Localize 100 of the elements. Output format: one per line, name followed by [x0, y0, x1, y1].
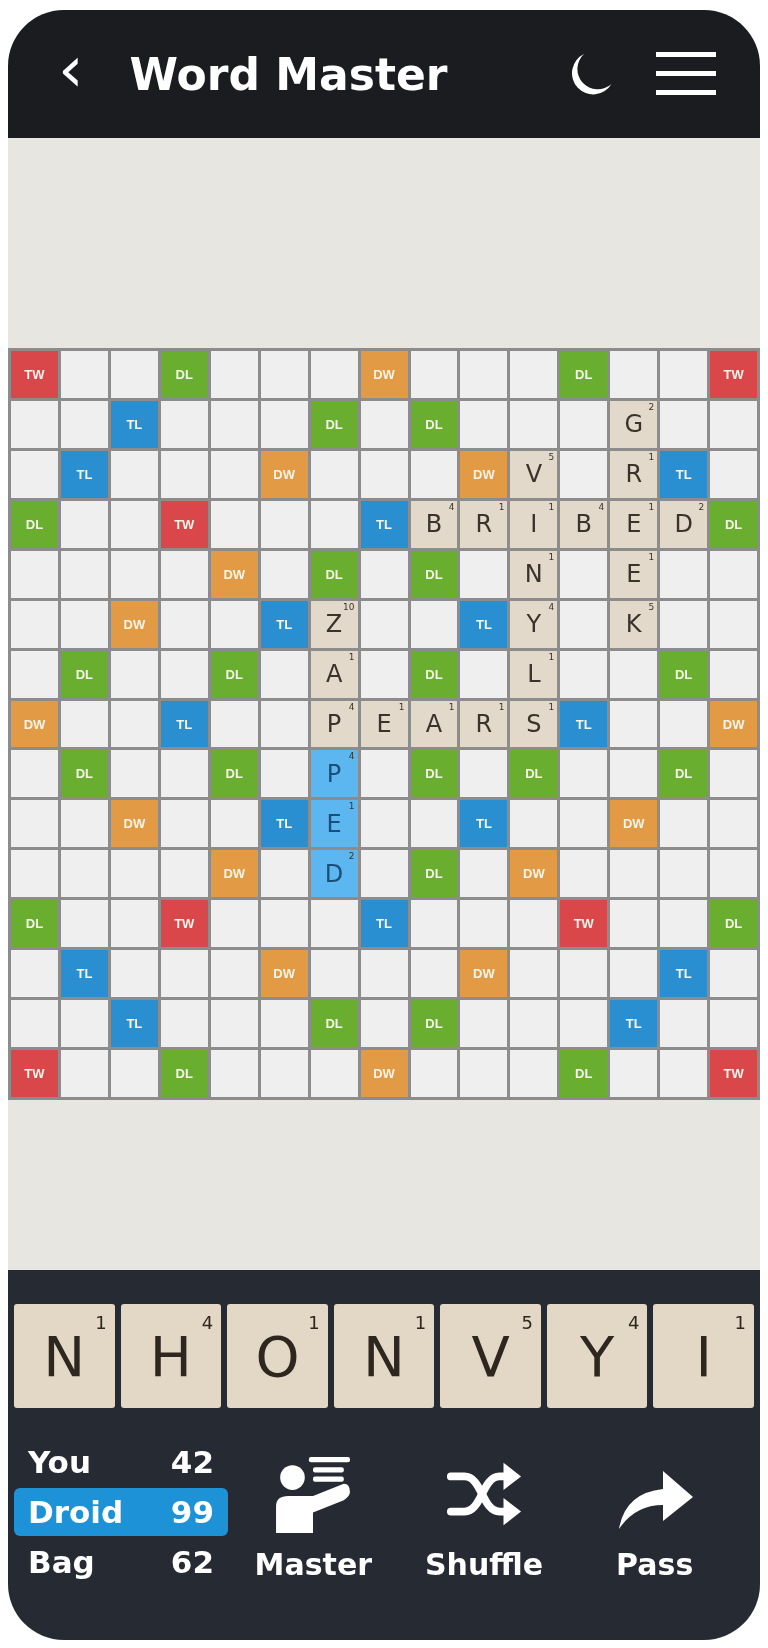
empty-square[interactable] [360, 1000, 408, 1048]
empty-square[interactable] [710, 550, 758, 598]
rack-tile[interactable]: Y 4 [546, 1304, 648, 1408]
double-letter-square[interactable]: DL [410, 650, 458, 698]
triple-letter-square[interactable]: TL [360, 500, 408, 548]
double-word-square[interactable]: DW [510, 850, 558, 898]
menu-icon[interactable] [656, 50, 716, 98]
letter-tile[interactable]: E 1 [610, 550, 658, 598]
triple-word-square[interactable]: TW [160, 500, 208, 548]
empty-square[interactable] [610, 950, 658, 998]
double-letter-square[interactable]: DL [510, 750, 558, 798]
pass-button[interactable]: Pass [569, 1463, 740, 1586]
empty-square[interactable] [11, 800, 58, 848]
triple-letter-square[interactable]: TL [60, 950, 108, 998]
triple-letter-square[interactable]: TL [110, 1000, 158, 1048]
empty-square[interactable] [360, 850, 408, 898]
empty-square[interactable] [510, 800, 558, 848]
triple-letter-square[interactable]: TL [60, 450, 108, 498]
empty-square[interactable] [260, 400, 308, 448]
empty-square[interactable] [160, 650, 208, 698]
empty-square[interactable] [60, 550, 108, 598]
empty-square[interactable] [510, 900, 558, 948]
double-letter-square[interactable]: DL [660, 650, 708, 698]
shuffle-button[interactable]: Shuffle [398, 1455, 570, 1586]
double-letter-square[interactable]: DL [210, 750, 258, 798]
empty-square[interactable] [360, 400, 408, 448]
empty-square[interactable] [60, 400, 108, 448]
empty-square[interactable] [410, 950, 458, 998]
empty-square[interactable] [60, 850, 108, 898]
empty-square[interactable] [260, 700, 308, 748]
double-letter-square[interactable]: DL [410, 850, 458, 898]
empty-square[interactable] [110, 350, 158, 398]
empty-square[interactable] [110, 950, 158, 998]
empty-square[interactable] [110, 900, 158, 948]
empty-square[interactable] [660, 1000, 708, 1048]
empty-square[interactable] [60, 900, 108, 948]
empty-square[interactable] [510, 400, 558, 448]
letter-tile[interactable]: P 4 [310, 750, 358, 798]
triple-word-square[interactable]: TW [11, 1050, 58, 1098]
triple-letter-square[interactable]: TL [260, 600, 308, 648]
triple-letter-square[interactable]: TL [460, 800, 508, 848]
double-letter-square[interactable]: DL [310, 550, 358, 598]
empty-square[interactable] [610, 850, 658, 898]
letter-tile[interactable]: A 1 [410, 700, 458, 748]
letter-tile[interactable]: B 4 [560, 500, 608, 548]
double-letter-square[interactable]: DL [710, 900, 758, 948]
empty-square[interactable] [60, 800, 108, 848]
empty-square[interactable] [460, 650, 508, 698]
letter-tile[interactable]: S 1 [510, 700, 558, 748]
letter-tile[interactable]: P 4 [310, 700, 358, 748]
empty-square[interactable] [610, 650, 658, 698]
empty-square[interactable] [11, 600, 58, 648]
empty-square[interactable] [560, 550, 608, 598]
empty-square[interactable] [610, 350, 658, 398]
empty-square[interactable] [410, 1050, 458, 1098]
empty-square[interactable] [410, 450, 458, 498]
empty-square[interactable] [560, 450, 608, 498]
double-letter-square[interactable]: DL [310, 1000, 358, 1048]
empty-square[interactable] [60, 1000, 108, 1048]
empty-square[interactable] [660, 1050, 708, 1098]
double-word-square[interactable]: DW [110, 800, 158, 848]
empty-square[interactable] [660, 550, 708, 598]
empty-square[interactable] [210, 450, 258, 498]
empty-square[interactable] [11, 850, 58, 898]
empty-square[interactable] [11, 650, 58, 698]
empty-square[interactable] [260, 900, 308, 948]
triple-letter-square[interactable]: TL [160, 700, 208, 748]
empty-square[interactable] [11, 550, 58, 598]
letter-tile[interactable]: E 1 [310, 800, 358, 848]
double-word-square[interactable]: DW [710, 700, 758, 748]
empty-square[interactable] [610, 900, 658, 948]
empty-square[interactable] [460, 350, 508, 398]
empty-square[interactable] [710, 600, 758, 648]
empty-square[interactable] [110, 450, 158, 498]
empty-square[interactable] [710, 950, 758, 998]
empty-square[interactable] [11, 1000, 58, 1048]
empty-square[interactable] [360, 750, 408, 798]
empty-square[interactable] [710, 750, 758, 798]
letter-tile[interactable]: R 1 [460, 700, 508, 748]
letter-tile[interactable]: N 1 [510, 550, 558, 598]
letter-tile[interactable]: I 1 [510, 500, 558, 548]
empty-square[interactable] [360, 450, 408, 498]
empty-square[interactable] [210, 600, 258, 648]
empty-square[interactable] [310, 900, 358, 948]
empty-square[interactable] [160, 850, 208, 898]
double-letter-square[interactable]: DL [410, 400, 458, 448]
empty-square[interactable] [210, 950, 258, 998]
double-word-square[interactable]: DW [260, 450, 308, 498]
double-word-square[interactable]: DW [610, 800, 658, 848]
letter-tile[interactable]: R 1 [460, 500, 508, 548]
empty-square[interactable] [460, 1000, 508, 1048]
empty-square[interactable] [460, 550, 508, 598]
empty-square[interactable] [560, 600, 608, 648]
triple-letter-square[interactable]: TL [660, 450, 708, 498]
empty-square[interactable] [360, 600, 408, 648]
empty-square[interactable] [260, 550, 308, 598]
empty-square[interactable] [560, 800, 608, 848]
rack-tile[interactable]: I 1 [653, 1304, 755, 1408]
triple-word-square[interactable]: TW [11, 350, 58, 398]
empty-square[interactable] [560, 1000, 608, 1048]
